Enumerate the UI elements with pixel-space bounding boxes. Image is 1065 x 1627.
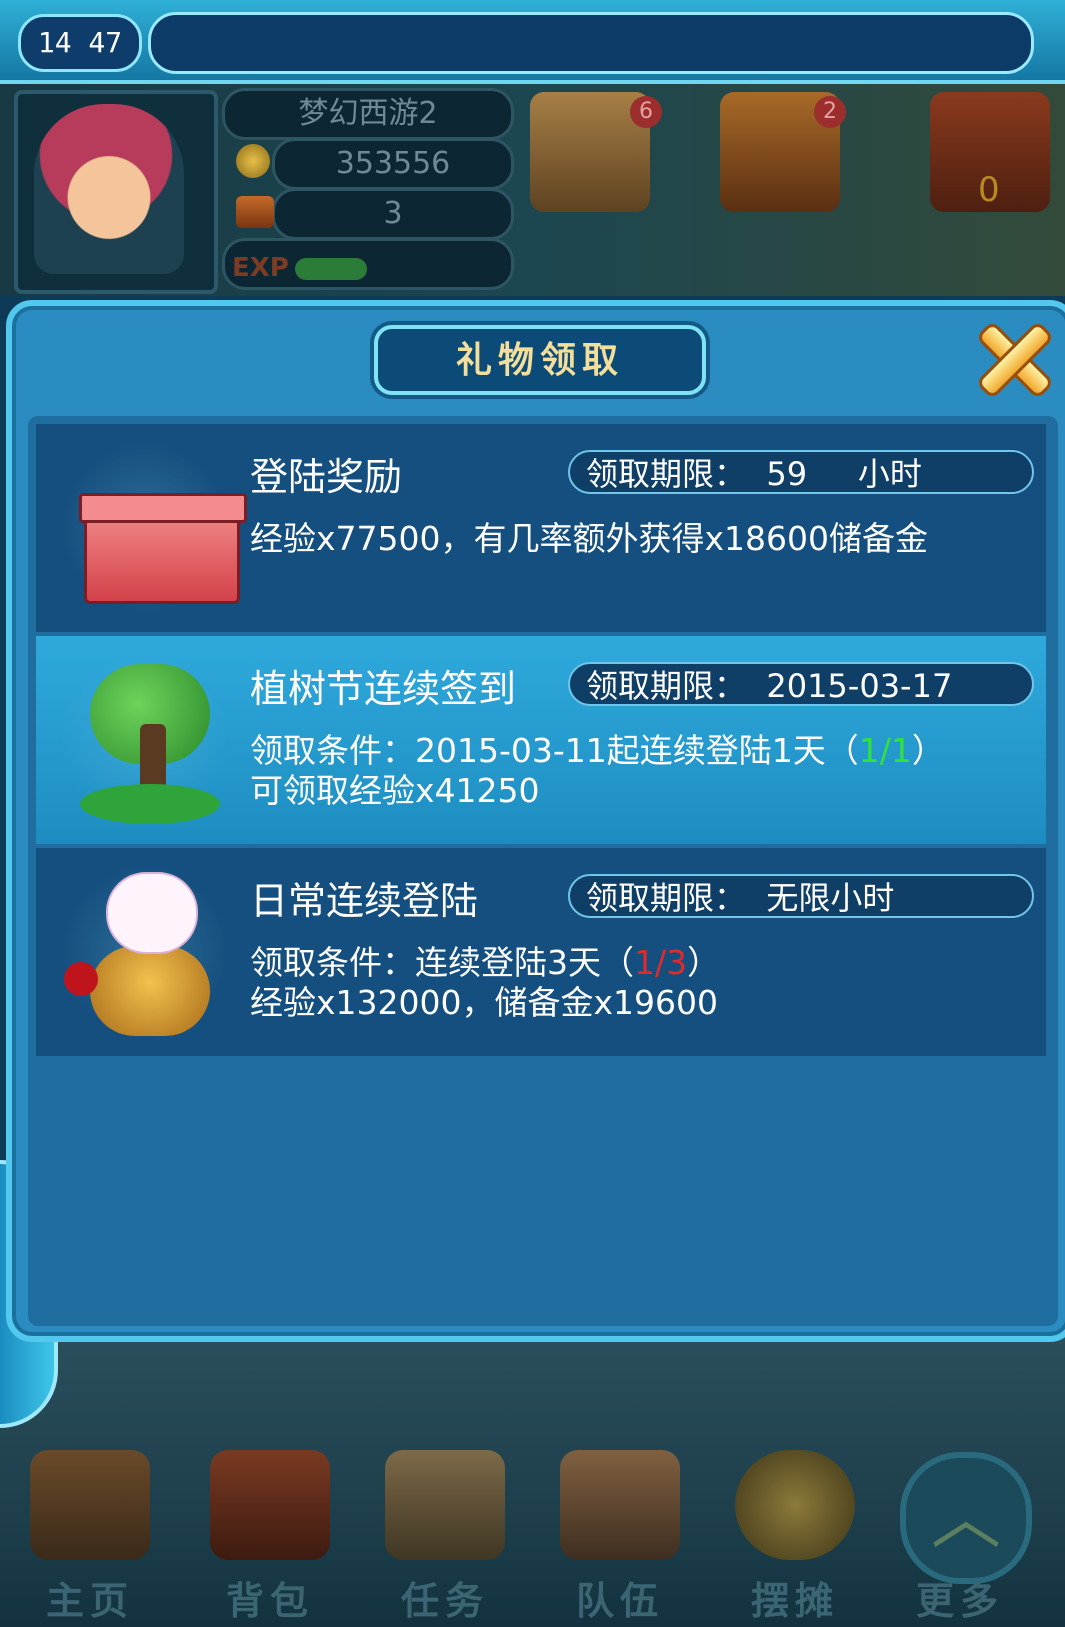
nav-team[interactable]: 队伍: [540, 1450, 700, 1623]
reward-row-daily-login[interactable]: 日常连续登陆 领取期限： 无限小时 领取条件：连续登陆3天（1/3） 经验x13…: [36, 848, 1046, 1056]
close-button[interactable]: [965, 310, 1057, 402]
reward-deadline: 领取期限： 无限小时: [568, 874, 1034, 918]
backpack-chest-icon: [210, 1450, 330, 1560]
nav-backpack[interactable]: 背包: [190, 1450, 350, 1623]
nav-more[interactable]: 更多: [880, 1450, 1040, 1623]
fire-scroll-count: 0: [978, 170, 1000, 210]
gold-amount: 353556: [272, 138, 514, 190]
reward-row-login[interactable]: 登陆奖励 领取期限： 59 小时 经验x77500，有几率额外获得x18600储…: [36, 424, 1046, 632]
reward-description: 经验x77500，有几率额外获得x18600储备金: [250, 519, 929, 558]
nav-backpack-label: 背包: [225, 1578, 314, 1623]
pagoda-icon: [30, 1450, 150, 1560]
reward-deadline: 领取期限： 59 小时: [568, 450, 1034, 494]
nav-quest[interactable]: 任务: [365, 1450, 525, 1623]
nav-stall-label: 摆摊: [750, 1578, 839, 1623]
reward-title: 登陆奖励: [250, 455, 403, 499]
treasure-chest-badge: 2: [814, 96, 846, 128]
exp-label: EXP: [232, 253, 289, 283]
reward-description: 可领取经验x41250: [250, 771, 540, 810]
lucky-cat-pot-icon: [60, 866, 230, 1036]
clock: 14 47: [18, 14, 142, 72]
avatar[interactable]: [34, 104, 184, 274]
reward-title: 日常连续登陆: [250, 879, 479, 923]
coin-icon: [236, 144, 270, 178]
nav-home-label: 主页: [45, 1578, 134, 1623]
scroll-badge: 6: [630, 96, 662, 128]
tree-icon: [60, 654, 230, 824]
coin-stall-icon: [735, 1450, 855, 1560]
team-icon: [560, 1450, 680, 1560]
reward-deadline: 领取期限： 2015-03-17: [568, 662, 1034, 706]
nav-more-label: 更多: [915, 1578, 1004, 1623]
player-name: 梦幻西游2: [222, 88, 514, 140]
status-bar: 14 47: [0, 0, 1065, 84]
chest-count: 3: [272, 188, 514, 240]
reward-description: 经验x132000，储备金x19600: [250, 983, 719, 1022]
reward-row-arbor-day[interactable]: 植树节连续签到 领取期限： 2015-03-17 领取条件：2015-03-11…: [36, 636, 1046, 844]
chest-icon: [236, 196, 274, 228]
top-message-bar: [148, 12, 1034, 74]
quest-scroll-icon: [385, 1450, 505, 1560]
nav-home[interactable]: 主页: [10, 1450, 170, 1623]
nav-quest-label: 任务: [400, 1578, 489, 1623]
nav-team-label: 队伍: [575, 1578, 664, 1623]
nav-stall[interactable]: 摆摊: [715, 1450, 875, 1623]
progress-complete: 1/1: [858, 731, 912, 770]
red-box-icon: [60, 442, 247, 612]
dialog-title: 礼物领取: [374, 325, 706, 395]
reward-title: 植树节连续签到: [250, 667, 517, 711]
exp-fill: [295, 258, 367, 280]
